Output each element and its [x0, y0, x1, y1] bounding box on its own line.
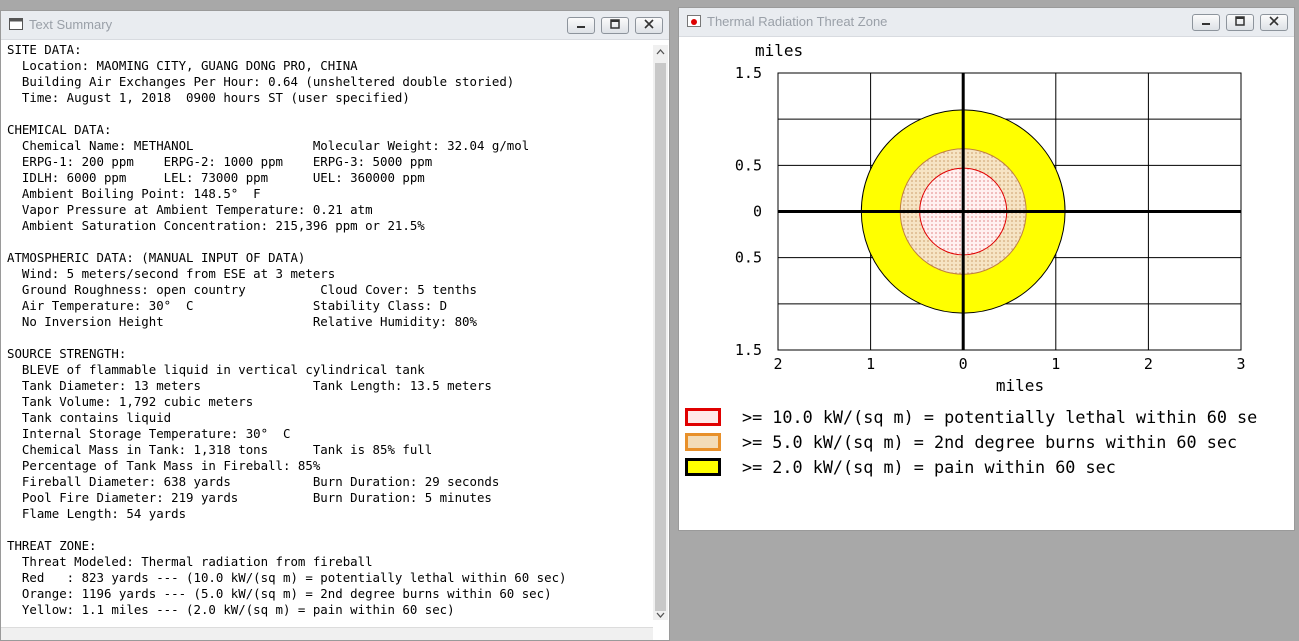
x-tick-label: 2 [1144, 355, 1153, 373]
app-window-icon [9, 18, 23, 30]
legend-item: >= 2.0 kW/(sq m) = pain within 60 sec [685, 458, 1290, 480]
summary-line: CHEMICAL DATA: [7, 122, 112, 137]
summary-line [7, 522, 567, 538]
text-summary-window: Text Summary SITE DATA: Location: MAOMIN… [0, 10, 670, 641]
summary-line: Fireball Diameter: 638 yards Burn Durati… [7, 474, 500, 489]
x-tick-label: 1 [1051, 355, 1060, 373]
summary-line: Percentage of Tank Mass in Fireball: 85% [7, 458, 321, 473]
legend-label: >= 5.0 kW/(sq m) = 2nd degree burns with… [742, 433, 1238, 452]
legend-swatch [685, 408, 721, 426]
summary-line: BLEVE of flammable liquid in vertical cy… [7, 362, 425, 377]
summary-line: Vapor Pressure at Ambient Temperature: 0… [7, 202, 373, 217]
threat-zone-plot: 1.5 0.5 0 0.5 1.5 2 1 0 1 2 3 miles miles [735, 41, 1246, 395]
summary-line: Red : 823 yards --- (10.0 kW/(sq m) = po… [7, 570, 567, 585]
summary-line [7, 106, 567, 122]
summary-line: No Inversion Height Relative Humidity: 8… [7, 314, 477, 329]
close-icon [1269, 16, 1279, 26]
summary-line: ATMOSPHERIC DATA: (MANUAL INPUT OF DATA) [7, 250, 306, 265]
text-summary-titlebar[interactable]: Text Summary [1, 11, 669, 40]
x-tick-label: 1 [866, 355, 875, 373]
window-title: Text Summary [29, 17, 113, 32]
legend-label: >= 2.0 kW/(sq m) = pain within 60 sec [742, 458, 1116, 477]
maximize-icon [610, 19, 620, 29]
threat-zone-window: Thermal Radiation Threat Zone 1.5 0.5 0 0.5… [678, 7, 1295, 531]
x-tick-label: 0 [959, 355, 968, 373]
summary-line: Orange: 1196 yards --- (5.0 kW/(sq m) = … [7, 586, 552, 601]
summary-line: Time: August 1, 2018 0900 hours ST (user… [7, 90, 410, 105]
summary-line: Chemical Mass in Tank: 1,318 tons Tank i… [7, 442, 433, 457]
summary-line: Building Air Exchanges Per Hour: 0.64 (u… [7, 74, 515, 89]
minimize-button[interactable] [567, 17, 595, 34]
summary-line: Tank contains liquid [7, 410, 172, 425]
summary-line: Pool Fire Diameter: 219 yards Burn Durat… [7, 490, 492, 505]
plot-window-icon [687, 15, 701, 27]
y-tick-label: 1.5 [735, 64, 762, 82]
x-axis-unit: miles [996, 376, 1044, 395]
y-axis-unit: miles [755, 41, 803, 60]
scrollbar-thumb[interactable] [655, 63, 666, 611]
summary-line: Flame Length: 54 yards [7, 506, 187, 521]
summary-line: Tank Diameter: 13 meters Tank Length: 13… [7, 378, 492, 393]
vertical-scrollbar[interactable] [653, 45, 668, 620]
summary-line: ERPG-1: 200 ppm ERPG-2: 1000 ppm ERPG-3:… [7, 154, 433, 169]
legend-item: >= 10.0 kW/(sq m) = potentially lethal w… [685, 408, 1290, 430]
close-button[interactable] [635, 17, 663, 34]
summary-line: Tank Volume: 1,792 cubic meters [7, 394, 254, 409]
y-tick-label: 0.5 [735, 156, 762, 174]
legend-item: >= 5.0 kW/(sq m) = 2nd degree burns with… [685, 433, 1290, 455]
summary-line: Ambient Saturation Concentration: 215,39… [7, 218, 425, 233]
summary-line: Ambient Boiling Point: 148.5° F [7, 186, 261, 201]
summary-line [7, 330, 567, 346]
summary-line: SITE DATA: [7, 42, 82, 57]
threat-zone-titlebar[interactable]: Thermal Radiation Threat Zone [679, 8, 1294, 37]
x-tick-label: 3 [1236, 355, 1245, 373]
y-tick-label: 1.5 [735, 341, 762, 359]
summary-line: SOURCE STRENGTH: [7, 346, 127, 361]
text-summary-body: SITE DATA: Location: MAOMING CITY, GUANG… [1, 39, 669, 640]
summary-line: Wind: 5 meters/second from ESE at 3 mete… [7, 266, 336, 281]
y-tick-label: 0.5 [735, 249, 762, 267]
summary-line: Chemical Name: METHANOL Molecular Weight… [7, 138, 530, 153]
x-tick-label: 2 [773, 355, 782, 373]
legend-label: >= 10.0 kW/(sq m) = potentially lethal w… [742, 408, 1258, 427]
maximize-button[interactable] [1226, 14, 1254, 31]
summary-line: Yellow: 1.1 miles --- (2.0 kW/(sq m) = p… [7, 602, 455, 617]
window-title: Thermal Radiation Threat Zone [707, 14, 888, 29]
scroll-down-icon[interactable] [653, 608, 668, 622]
summary-line: Air Temperature: 30° C Stability Class: … [7, 298, 448, 313]
summary-line [7, 234, 567, 250]
minimize-icon [577, 26, 585, 28]
maximize-icon [1235, 16, 1245, 26]
horizontal-scrollbar[interactable] [1, 627, 653, 640]
scroll-up-icon[interactable] [653, 45, 668, 59]
summary-line: Location: MAOMING CITY, GUANG DONG PRO, … [7, 58, 358, 73]
minimize-icon [1202, 23, 1210, 25]
summary-line: IDLH: 6000 ppm LEL: 73000 ppm UEL: 36000… [7, 170, 425, 185]
legend-swatch [685, 433, 721, 451]
legend-swatch [685, 458, 721, 476]
close-button[interactable] [1260, 14, 1288, 31]
close-icon [644, 19, 654, 29]
minimize-button[interactable] [1192, 14, 1220, 31]
threat-zone-body: 1.5 0.5 0 0.5 1.5 2 1 0 1 2 3 miles miles >= 10.0 kW… [679, 36, 1294, 530]
summary-line: Internal Storage Temperature: 30° C [7, 426, 291, 441]
maximize-button[interactable] [601, 17, 629, 34]
summary-line: Ground Roughness: open country Cloud Cov… [7, 282, 477, 297]
summary-line: THREAT ZONE: [7, 538, 97, 553]
summary-line: Threat Modeled: Thermal radiation from f… [7, 554, 373, 569]
summary-text: SITE DATA: Location: MAOMING CITY, GUANG… [7, 42, 567, 618]
y-tick-label: 0 [753, 203, 762, 221]
